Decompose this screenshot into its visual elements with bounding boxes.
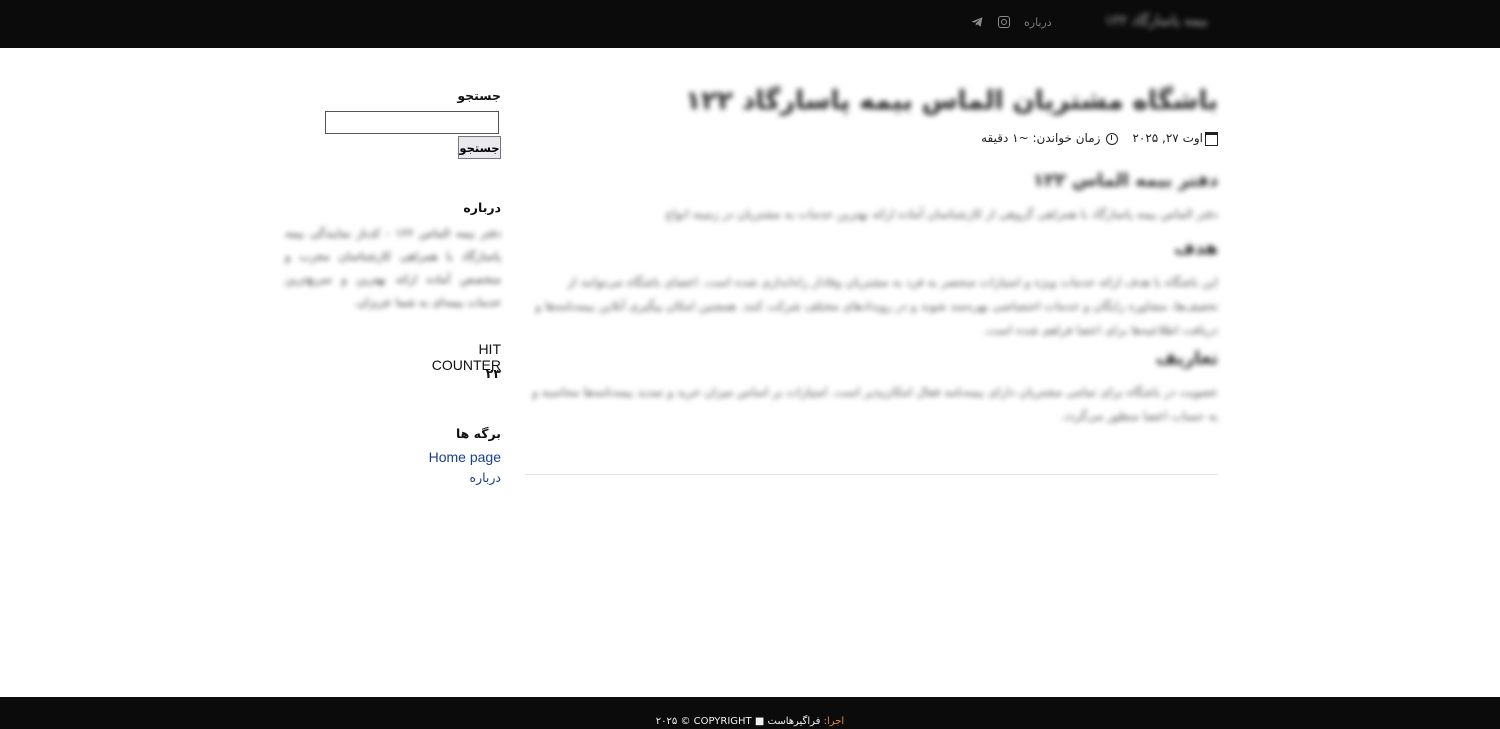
site-brand[interactable]: بیمه پاسارگاد ۱۲۲ bbox=[1092, 13, 1208, 35]
post-meta: اوت ۲۷, ۲۰۲۵ زمان خواندن: ~۱ دقیقه bbox=[960, 131, 1218, 151]
search-heading: جستجو bbox=[457, 88, 501, 103]
footer-text: ۲۰۲۵ © COPYRIGHT ■ اجرا: فراگیرهاست bbox=[0, 716, 1500, 727]
section-heading-definitions: تعاریف bbox=[1155, 348, 1218, 369]
footer-run-by-name[interactable]: فراگیرهاست bbox=[768, 716, 821, 727]
paragraph-intro: دفتر الماس بیمه پاسارگاد با همراهی گروهی… bbox=[665, 207, 1218, 221]
post-title: باشگاه مشتریان الماس بیمه پاسارگاد ۱۲۲ bbox=[685, 86, 1218, 116]
section-heading-goal: هدف bbox=[1174, 238, 1218, 259]
instagram-icon[interactable] bbox=[998, 16, 1010, 28]
calendar-icon bbox=[1205, 131, 1218, 146]
section-heading-office: دفتر بیمه الماس ۱۲۲ bbox=[1032, 170, 1218, 191]
footer-logo-icon: ■ bbox=[754, 716, 765, 727]
hit-counter-value: ۲۳ bbox=[485, 366, 501, 381]
search-button[interactable]: جستجو bbox=[458, 136, 501, 159]
footer-run-by-label: اجرا: bbox=[823, 716, 845, 727]
clock-icon bbox=[1106, 132, 1119, 145]
post-date: اوت ۲۷, ۲۰۲۵ bbox=[1132, 131, 1203, 145]
page-link-home[interactable]: Home page bbox=[420, 449, 501, 465]
paragraph-definitions: عضویت در باشگاه برای تمامی مشتریان دارای… bbox=[531, 385, 1218, 423]
telegram-icon[interactable] bbox=[971, 16, 983, 28]
about-heading: درباره bbox=[463, 200, 501, 215]
reading-time: زمان خواندن: ~۱ دقیقه bbox=[981, 131, 1101, 145]
paragraph-goal: این باشگاه با هدف ارائه خدمات ویژه و امت… bbox=[535, 275, 1218, 337]
pages-heading: برگه ها bbox=[455, 426, 501, 441]
footer-copyright: ۲۰۲۵ © COPYRIGHT bbox=[655, 716, 752, 727]
about-text: دفتر بیمه الماس ۱۲۲ - کدباز نمایندگی بیم… bbox=[285, 226, 501, 309]
top-navbar bbox=[0, 0, 1500, 48]
nav-link-about[interactable]: درباره bbox=[1024, 16, 1052, 29]
search-input[interactable] bbox=[325, 111, 499, 134]
post-divider bbox=[525, 474, 1218, 475]
page-link-about[interactable]: درباره bbox=[440, 470, 501, 485]
